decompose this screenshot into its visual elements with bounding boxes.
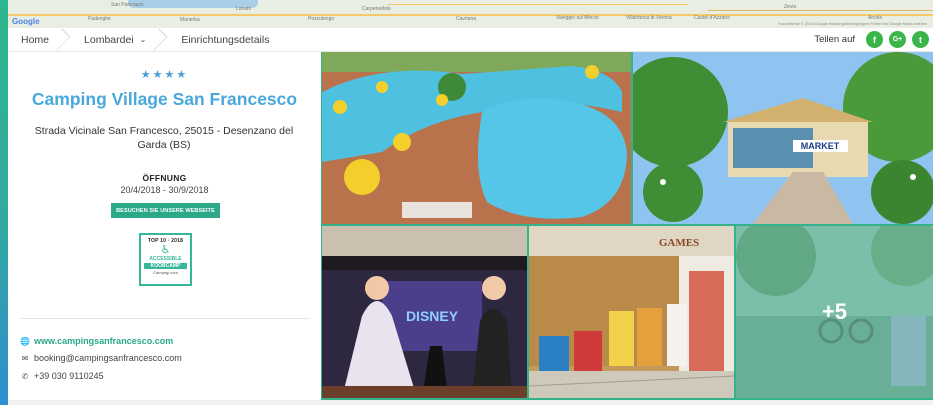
email-link[interactable]: booking@campingsanfrancesco.com bbox=[34, 353, 182, 363]
breadcrumb-current: Einrichtungsdetails bbox=[159, 28, 282, 52]
map-label: Lonato bbox=[236, 6, 252, 12]
breadcrumb-bar: Home Lombardei ⌄ Einrichtungsdetails Tei… bbox=[8, 28, 933, 52]
show-illustration: DISNEY bbox=[322, 226, 527, 398]
star-rating: ★★★★ bbox=[140, 69, 189, 81]
breadcrumb-region-label: Lombardei bbox=[84, 33, 134, 46]
map-label: Carpenedolo bbox=[362, 6, 391, 12]
map-label: Villafranca di Verona bbox=[626, 15, 672, 21]
divider bbox=[20, 318, 309, 319]
campsite-address: Strada Vicinale San Francesco, 25015 - D… bbox=[34, 125, 294, 151]
gallery-photo-show[interactable]: DISNEY bbox=[322, 226, 527, 398]
phone-number[interactable]: +39 030 9110245 bbox=[34, 371, 104, 381]
visit-website-button[interactable]: BESUCHEN SIE UNSERE WEBSEITE bbox=[111, 203, 220, 218]
badge-mid-text: ACCESSIBLE bbox=[149, 256, 182, 262]
map-label: Valeggio sul Mincio bbox=[556, 15, 599, 21]
breadcrumb-region[interactable]: Lombardei ⌄ bbox=[62, 28, 159, 52]
contact-email[interactable]: ✉ booking@campingsanfrancesco.com bbox=[20, 353, 182, 363]
accessible-award-badge: TOP 10 · 2018 ♿ ACCESSIBLE KOOBCAMP Camp… bbox=[139, 233, 192, 286]
map-label: Castel d'Azzano bbox=[694, 15, 730, 21]
share-label: Teilen auf bbox=[814, 34, 855, 45]
facebook-icon[interactable]: f bbox=[866, 31, 883, 48]
map-label: Pozzolengo bbox=[308, 16, 335, 22]
campsite-info-card: ★★★★ Camping Village San Francesco Strad… bbox=[8, 52, 321, 400]
contact-phone[interactable]: ✆ +39 030 9110245 bbox=[20, 371, 104, 381]
opening-dates: 20/4/2018 - 30/9/2018 bbox=[120, 185, 209, 195]
map-label: Cavriana bbox=[456, 16, 477, 22]
disney-sign-text: DISNEY bbox=[406, 308, 459, 324]
more-photos-count[interactable]: +5 bbox=[736, 226, 933, 398]
bottom-divider bbox=[8, 400, 933, 405]
wheelchair-icon: ♿ bbox=[160, 244, 171, 256]
gallery-photo-more[interactable]: +5 bbox=[736, 226, 933, 398]
google-plus-icon[interactable]: G+ bbox=[889, 31, 906, 48]
games-sign-text: GAMES bbox=[659, 237, 699, 249]
badge-foot-text: Campegi.com bbox=[153, 270, 178, 275]
website-link[interactable]: www.campingsanfrancesco.com bbox=[34, 336, 173, 346]
gallery-photo-market[interactable]: MARKET bbox=[633, 52, 933, 224]
contact-website[interactable]: 🌐 www.campingsanfrancesco.com bbox=[20, 336, 173, 346]
map-attribution[interactable]: Kurzbefehle © 2018 Google Nutzungsbeding… bbox=[778, 21, 927, 26]
breadcrumb-home-label: Home bbox=[21, 33, 50, 46]
map-strip[interactable]: San Pancrazio Padenghe Manerba Lonato Po… bbox=[8, 0, 933, 28]
games-room-illustration: GAMES bbox=[529, 226, 734, 398]
share-group: Teilen auf f G+ t bbox=[814, 31, 933, 48]
campsite-title: Camping Village San Francesco bbox=[31, 89, 298, 109]
google-logo: Google bbox=[12, 17, 40, 26]
map-label: San Pancrazio bbox=[111, 2, 144, 8]
badge-band-text: KOOBCAMP bbox=[144, 263, 187, 269]
gallery-photo-pool[interactable] bbox=[322, 52, 631, 224]
map-label: Padenghe bbox=[88, 16, 111, 22]
opening-label: ÖFFNUNG bbox=[142, 173, 187, 183]
map-label: Zevio bbox=[784, 4, 797, 10]
breadcrumb-current-label: Einrichtungsdetails bbox=[181, 33, 270, 46]
breadcrumb-home[interactable]: Home bbox=[8, 28, 62, 52]
map-label: Manerba bbox=[180, 17, 200, 23]
globe-icon: 🌐 bbox=[20, 336, 30, 346]
phone-icon: ✆ bbox=[21, 371, 29, 381]
map-road bbox=[708, 10, 933, 11]
chevron-down-icon: ⌄ bbox=[139, 35, 147, 44]
twitter-icon[interactable]: t bbox=[912, 31, 929, 48]
market-illustration: MARKET bbox=[633, 52, 933, 224]
pool-illustration bbox=[322, 52, 631, 224]
gallery-photo-games-room[interactable]: GAMES bbox=[529, 226, 734, 398]
map-road bbox=[388, 4, 688, 5]
envelope-icon: ✉ bbox=[21, 353, 29, 363]
market-sign-text: MARKET bbox=[801, 141, 840, 151]
